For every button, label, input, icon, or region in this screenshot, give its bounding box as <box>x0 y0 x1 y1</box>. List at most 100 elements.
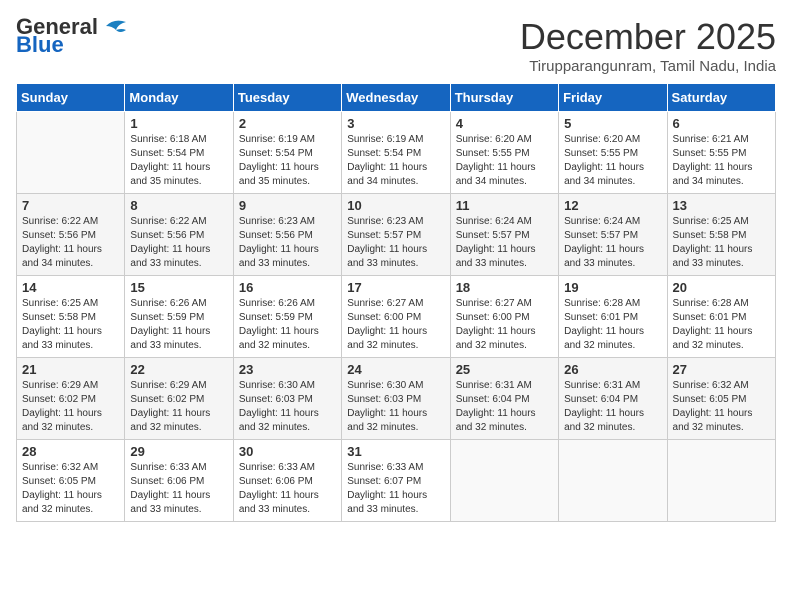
day-info: Sunrise: 6:27 AM Sunset: 6:00 PM Dayligh… <box>347 297 444 353</box>
day-number: 30 <box>239 444 336 459</box>
title-block: December 2025 Tirupparangunram, Tamil Na… <box>520 16 776 75</box>
logo-text: General Blue <box>16 16 130 56</box>
column-header-tuesday: Tuesday <box>233 84 341 112</box>
calendar-cell: 12Sunrise: 6:24 AM Sunset: 5:57 PM Dayli… <box>559 194 667 276</box>
week-row-5: 28 Sunrise: 6:32 AM Sunset: 6:05 PM Dayli… <box>17 440 776 522</box>
day-info: Sunrise: 6:29 AM Sunset: 6:02 PM Dayligh… <box>22 379 119 435</box>
day-number: 17 <box>347 280 444 295</box>
calendar-cell: 9 Sunrise: 6:23 AM Sunset: 5:56 PM Daylig… <box>233 194 341 276</box>
day-info: Sunrise: 6:23 AM Sunset: 5:56 PM Dayligh… <box>239 215 336 271</box>
logo: General Blue <box>16 16 130 56</box>
day-number: 19 <box>564 280 661 295</box>
day-info: Sunrise: 6:32 AM Sunset: 6:05 PM Dayligh… <box>22 461 119 517</box>
calendar-cell: 19 Sunrise: 6:28 AM Sunset: 6:01 PM Dayli… <box>559 276 667 358</box>
day-number: 31 <box>347 444 444 459</box>
week-row-3: 14 Sunrise: 6:25 AM Sunset: 5:58 PM Dayli… <box>17 276 776 358</box>
calendar-cell: 5Sunrise: 6:20 AM Sunset: 5:55 PM Daylig… <box>559 112 667 194</box>
calendar-cell: 8Sunrise: 6:22 AM Sunset: 5:56 PM Daylig… <box>125 194 233 276</box>
day-info: Sunrise: 6:28 AM Sunset: 6:01 PM Dayligh… <box>564 297 661 353</box>
day-number: 16 <box>239 280 336 295</box>
day-number: 24 <box>347 362 444 377</box>
day-info: Sunrise: 6:25 AM Sunset: 5:58 PM Dayligh… <box>673 215 770 271</box>
calendar-cell: 4 Sunrise: 6:20 AM Sunset: 5:55 PM Daylig… <box>450 112 558 194</box>
day-info: Sunrise: 6:20 AM Sunset: 5:55 PM Dayligh… <box>456 133 553 189</box>
day-number: 15 <box>130 280 227 295</box>
calendar-cell: 6 Sunrise: 6:21 AM Sunset: 5:55 PM Daylig… <box>667 112 775 194</box>
day-number: 14 <box>22 280 119 295</box>
day-number: 18 <box>456 280 553 295</box>
page-header: General Blue December 2025 Tirupparangun… <box>16 16 776 75</box>
day-number: 8 <box>130 198 227 213</box>
calendar-cell: 15 Sunrise: 6:26 AM Sunset: 5:59 PM Dayli… <box>125 276 233 358</box>
calendar-cell: 7 Sunrise: 6:22 AM Sunset: 5:56 PM Daylig… <box>17 194 125 276</box>
day-number: 10 <box>347 198 444 213</box>
day-info: Sunrise: 6:33 AM Sunset: 6:06 PM Dayligh… <box>239 461 336 517</box>
calendar-cell: 1Sunrise: 6:18 AM Sunset: 5:54 PM Daylig… <box>125 112 233 194</box>
header-row: SundayMondayTuesdayWednesdayThursdayFrid… <box>17 84 776 112</box>
calendar-cell: 28 Sunrise: 6:32 AM Sunset: 6:05 PM Dayli… <box>17 440 125 522</box>
column-header-saturday: Saturday <box>667 84 775 112</box>
day-info: Sunrise: 6:19 AM Sunset: 5:54 PM Dayligh… <box>347 133 444 189</box>
calendar-cell <box>559 440 667 522</box>
day-info: Sunrise: 6:25 AM Sunset: 5:58 PM Dayligh… <box>22 297 119 353</box>
day-info: Sunrise: 6:18 AM Sunset: 5:54 PM Dayligh… <box>130 133 227 189</box>
day-number: 7 <box>22 198 119 213</box>
calendar-cell: 21Sunrise: 6:29 AM Sunset: 6:02 PM Dayli… <box>17 358 125 440</box>
calendar-cell: 3 Sunrise: 6:19 AM Sunset: 5:54 PM Daylig… <box>342 112 450 194</box>
calendar-cell: 27 Sunrise: 6:32 AM Sunset: 6:05 PM Dayli… <box>667 358 775 440</box>
day-number: 28 <box>22 444 119 459</box>
calendar-cell: 23Sunrise: 6:30 AM Sunset: 6:03 PM Dayli… <box>233 358 341 440</box>
calendar-cell: 26Sunrise: 6:31 AM Sunset: 6:04 PM Dayli… <box>559 358 667 440</box>
day-info: Sunrise: 6:26 AM Sunset: 5:59 PM Dayligh… <box>130 297 227 353</box>
day-info: Sunrise: 6:21 AM Sunset: 5:55 PM Dayligh… <box>673 133 770 189</box>
day-number: 2 <box>239 116 336 131</box>
day-number: 6 <box>673 116 770 131</box>
calendar-cell: 2 Sunrise: 6:19 AM Sunset: 5:54 PM Daylig… <box>233 112 341 194</box>
logo-bird-icon <box>98 16 130 38</box>
day-number: 4 <box>456 116 553 131</box>
day-info: Sunrise: 6:30 AM Sunset: 6:03 PM Dayligh… <box>347 379 444 435</box>
calendar-cell: 31Sunrise: 6:33 AM Sunset: 6:07 PM Dayli… <box>342 440 450 522</box>
calendar-cell: 11Sunrise: 6:24 AM Sunset: 5:57 PM Dayli… <box>450 194 558 276</box>
calendar-cell: 13Sunrise: 6:25 AM Sunset: 5:58 PM Dayli… <box>667 194 775 276</box>
day-info: Sunrise: 6:31 AM Sunset: 6:04 PM Dayligh… <box>564 379 661 435</box>
day-info: Sunrise: 6:32 AM Sunset: 6:05 PM Dayligh… <box>673 379 770 435</box>
day-info: Sunrise: 6:23 AM Sunset: 5:57 PM Dayligh… <box>347 215 444 271</box>
calendar-cell: 18 Sunrise: 6:27 AM Sunset: 6:00 PM Dayli… <box>450 276 558 358</box>
calendar-cell: 22Sunrise: 6:29 AM Sunset: 6:02 PM Dayli… <box>125 358 233 440</box>
day-number: 12 <box>564 198 661 213</box>
week-row-4: 21Sunrise: 6:29 AM Sunset: 6:02 PM Dayli… <box>17 358 776 440</box>
calendar-cell: 16 Sunrise: 6:26 AM Sunset: 5:59 PM Dayli… <box>233 276 341 358</box>
day-info: Sunrise: 6:27 AM Sunset: 6:00 PM Dayligh… <box>456 297 553 353</box>
month-title: December 2025 <box>520 16 776 58</box>
day-info: Sunrise: 6:19 AM Sunset: 5:54 PM Dayligh… <box>239 133 336 189</box>
day-number: 27 <box>673 362 770 377</box>
day-number: 9 <box>239 198 336 213</box>
day-number: 3 <box>347 116 444 131</box>
calendar-cell: 10 Sunrise: 6:23 AM Sunset: 5:57 PM Dayli… <box>342 194 450 276</box>
calendar-cell <box>450 440 558 522</box>
calendar-cell: 14 Sunrise: 6:25 AM Sunset: 5:58 PM Dayli… <box>17 276 125 358</box>
calendar-cell <box>667 440 775 522</box>
day-info: Sunrise: 6:33 AM Sunset: 6:06 PM Dayligh… <box>130 461 227 517</box>
calendar-cell: 25 Sunrise: 6:31 AM Sunset: 6:04 PM Dayli… <box>450 358 558 440</box>
week-row-1: 1Sunrise: 6:18 AM Sunset: 5:54 PM Daylig… <box>17 112 776 194</box>
day-number: 25 <box>456 362 553 377</box>
day-info: Sunrise: 6:26 AM Sunset: 5:59 PM Dayligh… <box>239 297 336 353</box>
day-info: Sunrise: 6:24 AM Sunset: 5:57 PM Dayligh… <box>456 215 553 271</box>
column-header-friday: Friday <box>559 84 667 112</box>
column-header-monday: Monday <box>125 84 233 112</box>
day-info: Sunrise: 6:30 AM Sunset: 6:03 PM Dayligh… <box>239 379 336 435</box>
column-header-wednesday: Wednesday <box>342 84 450 112</box>
calendar-cell <box>17 112 125 194</box>
day-info: Sunrise: 6:31 AM Sunset: 6:04 PM Dayligh… <box>456 379 553 435</box>
day-info: Sunrise: 6:28 AM Sunset: 6:01 PM Dayligh… <box>673 297 770 353</box>
day-info: Sunrise: 6:29 AM Sunset: 6:02 PM Dayligh… <box>130 379 227 435</box>
day-number: 29 <box>130 444 227 459</box>
calendar-cell: 20 Sunrise: 6:28 AM Sunset: 6:01 PM Dayli… <box>667 276 775 358</box>
day-info: Sunrise: 6:22 AM Sunset: 5:56 PM Dayligh… <box>22 215 119 271</box>
day-number: 5 <box>564 116 661 131</box>
calendar-cell: 30 Sunrise: 6:33 AM Sunset: 6:06 PM Dayli… <box>233 440 341 522</box>
day-number: 20 <box>673 280 770 295</box>
calendar-cell: 29 Sunrise: 6:33 AM Sunset: 6:06 PM Dayli… <box>125 440 233 522</box>
